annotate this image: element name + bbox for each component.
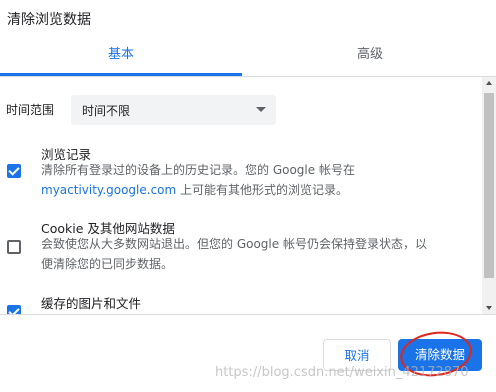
myactivity-link[interactable]: myactivity.google.com	[41, 183, 176, 197]
checkmark-icon	[8, 164, 20, 176]
description-line: 便清除您的已同步数据。	[41, 257, 174, 271]
watermark-text: https://blog.csdn.net/weixin_42172870	[215, 365, 469, 380]
tab-basic[interactable]: 基本	[0, 42, 242, 76]
option-browsing-history: 浏览记录 清除所有登录过的设备上的历史记录。您的 Google 帐号在 myac…	[0, 141, 482, 205]
footer-divider	[0, 314, 496, 315]
scrollbar-thumb[interactable]	[484, 93, 494, 278]
clear-browsing-data-dialog: 清除浏览数据 基本 高级 时间范围 时间不限 浏览记录 清除所有登录过的设备上的…	[0, 0, 496, 392]
scroll-down-arrow-icon[interactable]	[486, 306, 492, 310]
options-panel: 时间范围 时间不限 浏览记录 清除所有登录过的设备上的历史记录。您的 Googl…	[0, 77, 482, 314]
description-text: 上可能有其他形式的浏览记录。	[176, 183, 349, 197]
description-line: myactivity.google.com 上可能有其他形式的浏览记录。	[41, 180, 473, 200]
tab-advanced[interactable]: 高级	[249, 42, 491, 76]
option-description: 清除所有登录过的设备上的历史记录。您的 Google 帐号在 myactivit…	[41, 160, 473, 200]
cookies-checkbox[interactable]	[7, 240, 21, 254]
scroll-up-arrow-icon[interactable]	[486, 81, 492, 85]
scrollbar[interactable]	[482, 77, 496, 314]
time-range-value: 时间不限	[82, 104, 131, 118]
browsing-history-checkbox[interactable]	[7, 164, 21, 178]
dropdown-caret-icon	[256, 107, 266, 112]
cached-images-checkbox[interactable]	[7, 305, 21, 314]
option-title: 缓存的图片和文件	[41, 296, 142, 311]
time-range-select[interactable]: 时间不限	[71, 95, 276, 125]
option-cached-images: 缓存的图片和文件	[0, 291, 482, 314]
time-range-label: 时间范围	[6, 103, 55, 117]
checkmark-icon	[8, 305, 20, 314]
description-line: 会致使您从大多数网站退出。但您的 Google 帐号仍会保持登录状态，以	[41, 237, 427, 251]
option-description: 会致使您从大多数网站退出。但您的 Google 帐号仍会保持登录状态，以 便清除…	[41, 234, 473, 274]
option-cookies: Cookie 及其他网站数据 会致使您从大多数网站退出。但您的 Google 帐…	[0, 217, 482, 281]
time-range-row: 时间范围 时间不限	[6, 95, 476, 125]
dialog-title: 清除浏览数据	[7, 12, 91, 28]
description-line: 清除所有登录过的设备上的历史记录。您的 Google 帐号在	[41, 163, 355, 177]
tab-bar: 基本 高级	[0, 42, 496, 76]
